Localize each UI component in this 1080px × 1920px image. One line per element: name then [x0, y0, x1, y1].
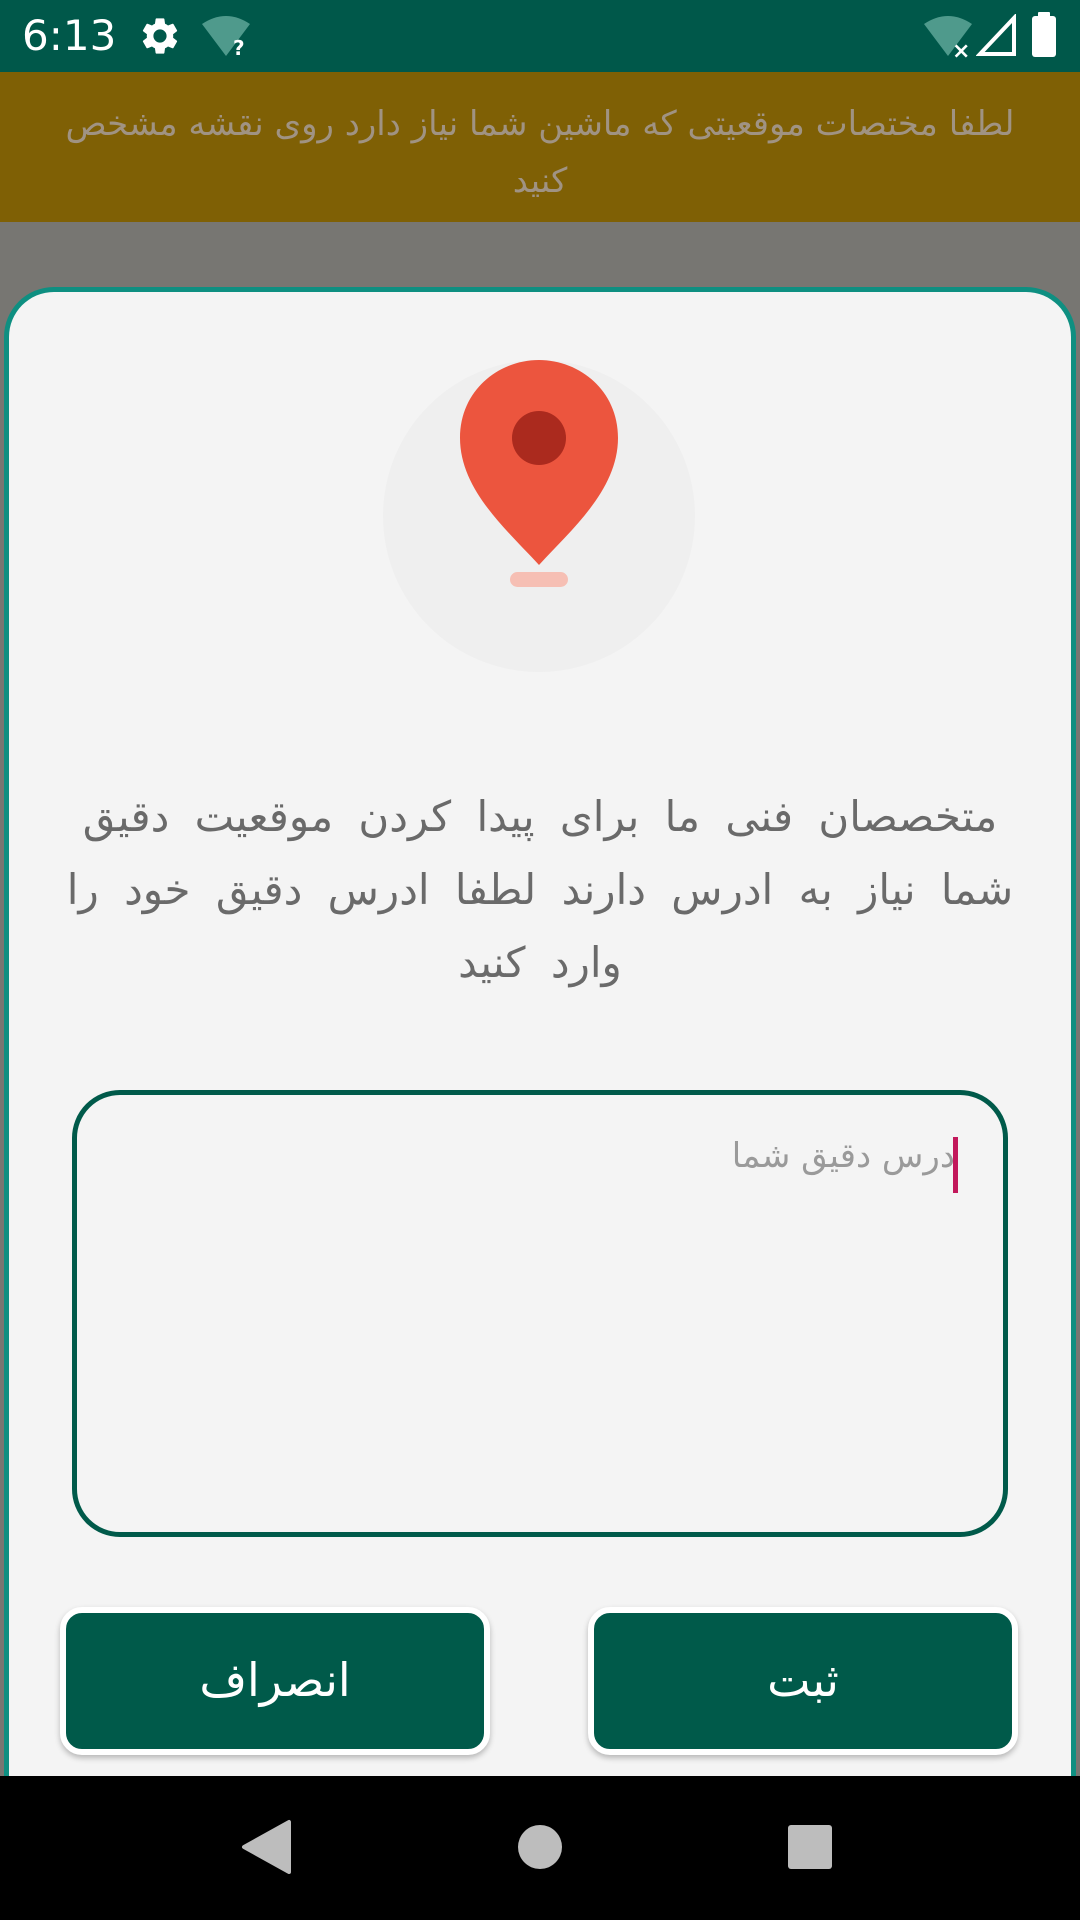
address-input[interactable] — [107, 1131, 967, 1491]
home-icon[interactable] — [480, 1776, 600, 1920]
back-icon[interactable] — [207, 1776, 327, 1920]
signal-icon — [975, 12, 1018, 62]
status-bar: 6:13 ? × — [0, 0, 1080, 72]
instruction-banner: لطفا مختصات موقعیتی که ماشین شما نیاز دا… — [0, 72, 1080, 222]
wifi-question-icon: ? — [200, 14, 252, 62]
submit-button[interactable]: ثبت — [588, 1607, 1018, 1755]
status-time: 6:13 — [22, 11, 117, 60]
navigation-bar — [0, 1776, 1080, 1920]
svg-text:×: × — [952, 39, 970, 58]
cancel-button[interactable]: انصراف — [60, 1607, 490, 1755]
battery-icon — [1030, 12, 1058, 62]
location-pin-icon — [383, 360, 695, 672]
gear-icon — [138, 14, 182, 62]
wifi-off-icon: × — [922, 14, 974, 64]
address-field-container — [72, 1090, 1008, 1537]
recents-icon[interactable] — [750, 1776, 870, 1920]
app-screen: 6:13 ? × لطفا مختصات موقعیتی که ماشین شم… — [0, 0, 1080, 1920]
svg-text:?: ? — [233, 36, 245, 58]
banner-text: لطفا مختصات موقعیتی که ماشین شما نیاز دا… — [65, 104, 1015, 201]
text-cursor — [953, 1137, 958, 1193]
dialog-message: متخصصان فنی ما برای پیدا کردن موقعیت دقی… — [66, 792, 1014, 987]
